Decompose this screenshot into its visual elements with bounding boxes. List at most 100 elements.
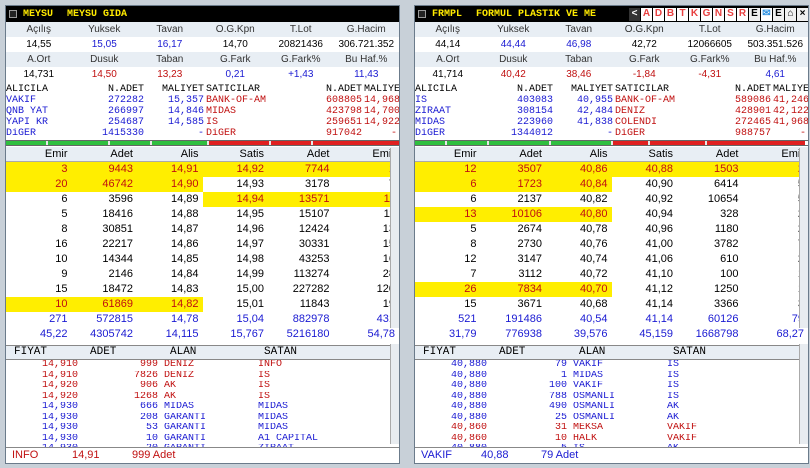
depth-cell: 6 (61, 193, 68, 205)
depth-cell: 40,86 (546, 162, 612, 177)
window-menu-icon[interactable] (418, 10, 426, 18)
depth-scrollbar[interactable] (799, 148, 808, 328)
depth-cell: 14,84 (170, 268, 199, 280)
toolbar-icon-2[interactable]: D (653, 7, 664, 21)
depth-row[interactable]: 7311240,7241,101001 (415, 267, 808, 282)
stat-label: Açılış (6, 22, 72, 37)
depth-cell: 14,91 (137, 162, 203, 177)
trade-cell: VAKIF (573, 360, 604, 370)
depth-row[interactable]: 10 61869 14,82 15,01 11843 19 (6, 297, 399, 312)
trade-cell: 14,930 (41, 412, 78, 423)
toolbar-icon-7[interactable]: N (713, 7, 724, 21)
depth-row[interactable]: 26783440,7041,1212501 (415, 282, 808, 297)
summary-stats: Açılış Yuksek Tavan O.G.Kpn T.Lot G.Hacim 44,1… (415, 22, 808, 82)
depth-row[interactable]: 8 30851 14,87 14,96 12424 13 (6, 222, 399, 237)
summary-cell: 14,78 (170, 313, 199, 325)
stat-label: A.Ort (415, 52, 481, 67)
depth-row[interactable]: 10 14344 14,85 14,98 43253 16 (6, 252, 399, 267)
depth-row[interactable]: 12314740,7441,066102 (415, 252, 808, 267)
depth-row[interactable]: 6213740,8240,92106545 (415, 192, 808, 207)
depth-cell: 14,97 (236, 238, 264, 250)
depth-cell: 14,99 (236, 268, 264, 280)
trade-cell: GARANTI (164, 412, 207, 423)
depth-cell: 13571 (268, 192, 334, 207)
depth-cell: 40,80 (546, 207, 612, 222)
depth-cell: 328 (720, 208, 739, 220)
trade-cell: 31 (554, 423, 567, 433)
depth-row[interactable]: 9 2146 14,84 14,99 113274 28 (6, 267, 399, 282)
depth-row[interactable]: 204674214,9014,9331787 (6, 177, 399, 192)
depth-row[interactable]: 12350740,8640,8815032 (415, 162, 808, 177)
depth-cell: 9 (61, 268, 68, 280)
footer-cell: 40,88 (481, 449, 509, 461)
depth-row[interactable]: 16 22217 14,86 14,97 30331 15 (6, 237, 399, 252)
last-trade-footer: INFO 14,91 999 Adet (6, 447, 399, 463)
toolbar-icon-8[interactable]: S (725, 7, 736, 21)
depth-row[interactable]: 6359614,8914,941357111 (6, 192, 399, 207)
trade-row: 40,880 1 MIDAS IS (415, 371, 808, 382)
broker-cell: 254687 (107, 117, 144, 128)
depth-cell: 14,85 (170, 253, 199, 265)
trade-cell: 14,930 (41, 402, 78, 412)
stat-value: 14,50 (71, 67, 137, 82)
trades-scrollbar[interactable] (390, 344, 399, 444)
depth-row[interactable]: 3944314,9114,9277441 (6, 162, 399, 177)
toolbar-icon-14[interactable]: × (797, 7, 808, 21)
depth-row[interactable]: 8273040,7641,0037827 (415, 237, 808, 252)
trade-cell: 79 (554, 360, 567, 370)
depth-scrollbar[interactable] (390, 148, 399, 328)
trade-cell: AK (164, 381, 177, 391)
stat-value: 44,44 (480, 37, 546, 52)
toolbar-icon-6[interactable]: G (701, 7, 712, 21)
depth-row[interactable]: 131010640,8040,943282 (415, 207, 808, 222)
depth-cell: 41,14 (645, 298, 673, 310)
toolbar-icon-0[interactable]: < (629, 7, 640, 21)
depth-cell: 46742 (71, 177, 137, 192)
depth-cell: 15,00 (236, 283, 264, 295)
trades-header: FIYAT ADET ALAN SATAN (415, 345, 808, 360)
broker-col-header: SATICILAR (615, 84, 670, 95)
broker-cell: IS (206, 117, 219, 128)
depth-cell: 40,78 (579, 223, 608, 235)
toolbar-icon-3[interactable]: B (665, 7, 676, 21)
trades-scrollbar[interactable] (799, 344, 808, 444)
broker-cell: 403083 (516, 95, 553, 106)
trade-cell: HALK (573, 433, 598, 444)
broker-cell: DiGER (415, 128, 446, 139)
trade-row: 40,880 79 VAKIF IS (415, 360, 808, 371)
summary-stats: Açılış Yuksek Tavan O.G.Kpn T.Lot G.Hacim 14,5… (6, 22, 399, 82)
toolbar-icon-4[interactable]: T (677, 7, 688, 21)
depth-row[interactable]: 5267440,7840,9611802 (415, 222, 808, 237)
depth-cell: 30331 (298, 238, 330, 250)
summary-cell: 54,78 (367, 328, 395, 340)
depth-cell: 3507 (480, 162, 546, 177)
depth-row[interactable]: 15 18472 14,83 15,00 227282 120 (6, 282, 399, 297)
broker-cell: 917042 (325, 128, 362, 139)
stock-panel-right: FRMPL FORMUL PLASTIK VE ME < A D B T K G N S R E ✉ E ⌂ ×… (414, 5, 809, 464)
depth-col-header: Alis (589, 148, 608, 160)
depth-col-header: Satis (648, 148, 673, 160)
broker-cell: 40,955 (576, 95, 613, 106)
broker-cell: - (799, 128, 806, 139)
toolbar-icon-1[interactable]: A (641, 7, 652, 21)
toolbar-icon-13[interactable]: ⌂ (785, 7, 796, 21)
toolbar-icon-9[interactable]: R (737, 7, 748, 21)
depth-row[interactable]: 51841614,8814,951510711 (6, 207, 399, 222)
window-menu-icon[interactable] (9, 10, 17, 18)
toolbar-icon-12[interactable]: E (773, 7, 784, 21)
depth-row[interactable]: 15367140,6841,1433663 (415, 297, 808, 312)
depth-row[interactable]: 6172340,8440,9064145 (415, 177, 808, 192)
toolbar-icon-11[interactable]: ✉ (761, 7, 772, 21)
trade-cell: 14,920 (41, 381, 78, 391)
depth-cell: 14,92 (202, 162, 268, 177)
broker-cell: ZIRAAT (415, 106, 452, 117)
broker-col-header: MALIYET (570, 84, 613, 95)
trade-cell: 14,910 (41, 370, 78, 381)
trade-cell: IS (667, 381, 680, 391)
depth-col-header: Adet (519, 148, 542, 160)
toolbar-icon-5[interactable]: K (689, 7, 700, 21)
stat-value: 4,61 (742, 67, 808, 82)
toolbar-icon-10[interactable]: E (749, 7, 760, 21)
stat-value: -1,84 (611, 67, 677, 82)
trade-cell: 1 (560, 370, 567, 381)
